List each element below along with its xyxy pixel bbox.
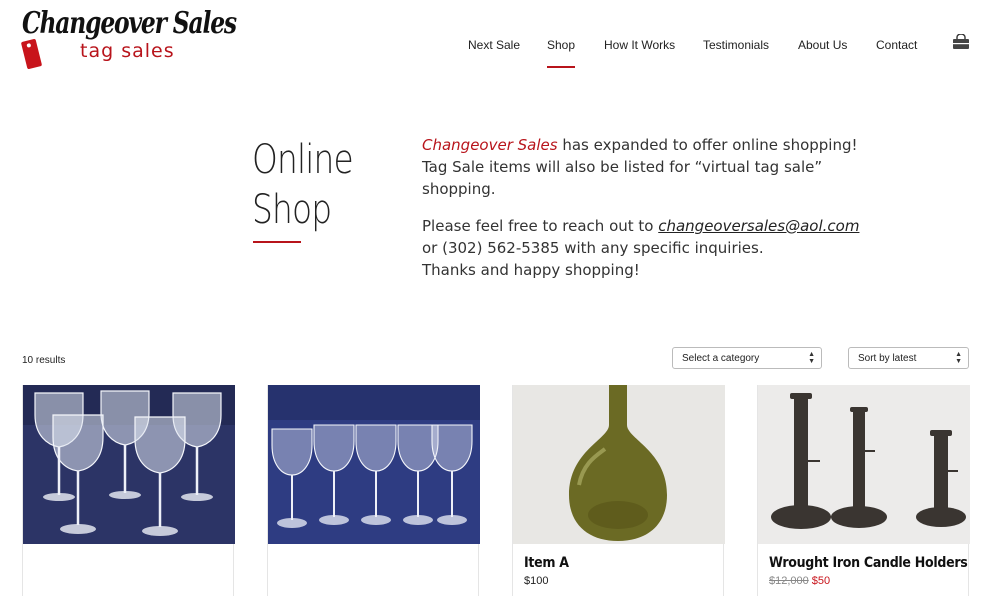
sort-select-value: Sort by latest [858,353,917,364]
category-select-value: Select a category [682,353,760,364]
nav-next-sale[interactable]: Next Sale [468,38,520,52]
brand-name: Changeover Sales [422,136,558,154]
nav-how-it-works[interactable]: How It Works [604,38,675,52]
product-card[interactable]: Wrought Iron Candle Holders $12,000 $50 [757,385,970,596]
product-card[interactable] [267,385,480,596]
logo-script-text: Changeover Sales [22,6,237,41]
select-arrows-icon: ▲ ▼ [955,351,962,365]
product-name[interactable]: Wrought Iron Candle Holders [769,555,968,571]
intro-p2-lead: Please feel free to reach out to [422,217,659,235]
results-count: 10 results [22,355,66,366]
email-link[interactable]: changeoversales@aol.com [658,217,859,235]
intro-p1-line2: Tag Sale items will also be listed for “… [422,158,823,198]
intro-p1-rest: has expanded to offer online shopping! [557,136,858,154]
shopping-bag-icon[interactable] [952,34,970,50]
product-card[interactable]: Item A $100 [512,385,725,596]
product-card[interactable] [22,385,235,596]
nav-contact[interactable]: Contact [876,38,917,52]
product-image[interactable] [758,385,970,544]
product-price: $12,000 $50 [769,575,830,587]
intro-p2-line2: or (302) 562-5385 with any specific inqu… [422,239,764,257]
product-name[interactable]: Item A [524,555,569,571]
intro-paragraph-2: Please feel free to reach out to changeo… [422,215,892,281]
intro-paragraph-1: Changeover Sales has expanded to offer o… [422,134,892,200]
sale-price: $50 [811,575,831,587]
nav-testimonials[interactable]: Testimonials [703,38,769,52]
nav-shop[interactable]: Shop [547,38,576,68]
product-image[interactable] [23,385,235,544]
product-image[interactable] [268,385,480,544]
page-title-line2: Shop [252,187,332,233]
product-price: $100 [524,575,549,587]
main-nav: Next Sale Shop How It Works Testimonials… [0,38,1000,78]
nav-about-us[interactable]: About Us [798,38,847,52]
sort-select[interactable]: Sort by latest ▲ ▼ [848,347,969,369]
page-title: Online Shop [252,135,367,235]
intro-text: Changeover Sales has expanded to offer o… [422,134,892,296]
category-select[interactable]: Select a category ▲ ▼ [672,347,822,369]
title-underline [253,241,301,243]
original-price: $12,000 [769,575,809,587]
page-title-line1: Online [252,137,354,183]
product-image[interactable] [513,385,725,544]
site-header: Changeover Sales tag sales Next Sale Sho… [0,0,1000,80]
intro-p2-line3: Thanks and happy shopping! [422,261,640,279]
select-arrows-icon: ▲ ▼ [808,351,815,365]
